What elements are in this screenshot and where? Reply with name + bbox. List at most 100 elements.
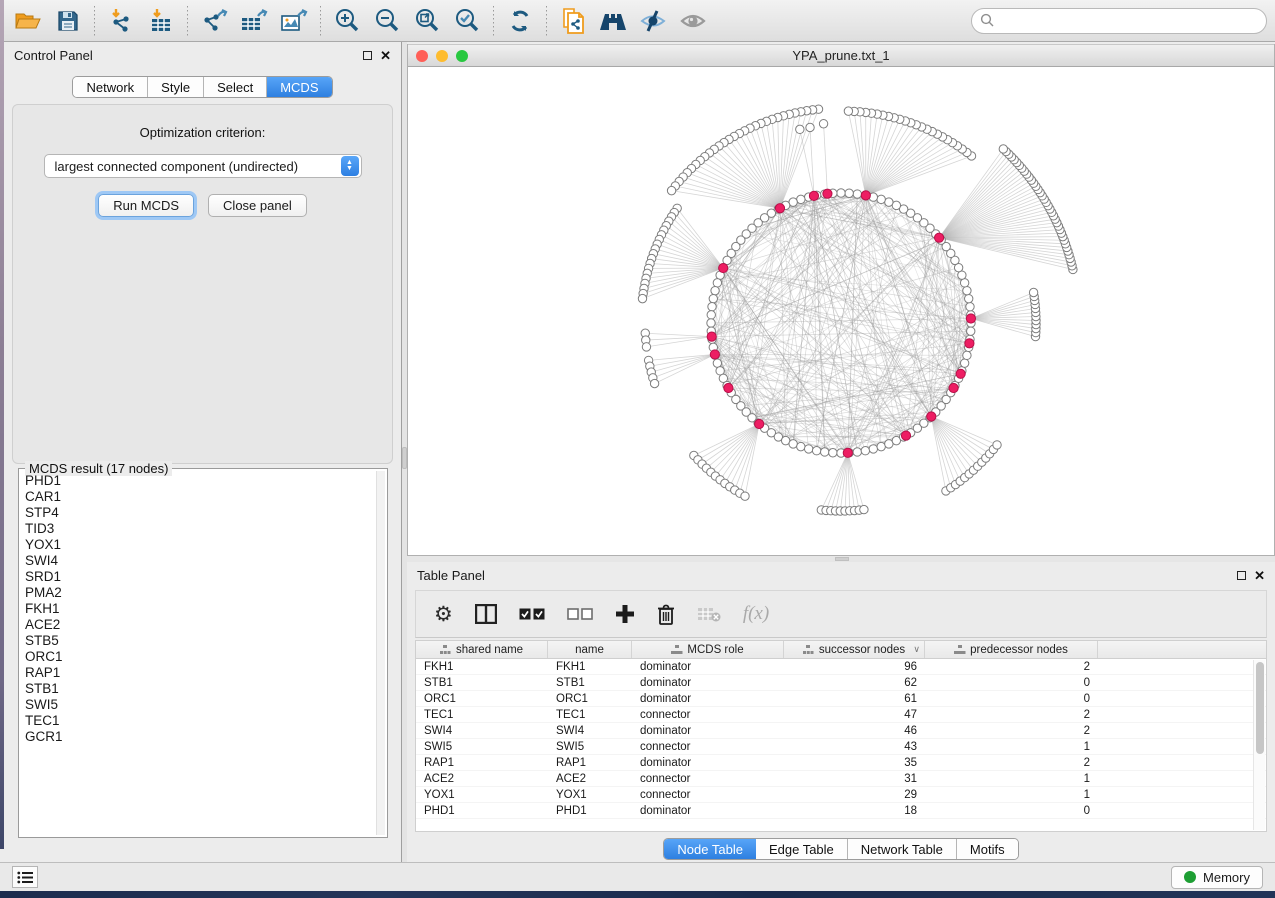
hide-selected-button[interactable] (633, 4, 673, 38)
mcds-hub-node[interactable] (965, 339, 974, 348)
horizontal-splitter-handle[interactable] (835, 557, 849, 561)
table-cell[interactable]: connector (632, 789, 784, 801)
mcds-result-item[interactable]: SRD1 (25, 569, 375, 585)
network-node[interactable] (966, 303, 974, 311)
network-node[interactable] (837, 189, 845, 197)
table-cell[interactable]: dominator (632, 805, 784, 817)
table-cell[interactable]: 2 (925, 661, 1098, 673)
network-leaf-node[interactable] (650, 379, 658, 387)
table-cell[interactable]: 31 (784, 773, 925, 785)
mcds-hub-node[interactable] (861, 191, 870, 200)
mcds-result-item[interactable]: TID3 (25, 521, 375, 537)
column-header-name[interactable]: name (548, 641, 632, 658)
network-node[interactable] (967, 327, 975, 335)
function-builder-button[interactable]: f(x) (743, 603, 769, 625)
tab-style[interactable]: Style (148, 77, 204, 97)
table-cell[interactable]: 46 (784, 725, 925, 737)
table-cell[interactable]: dominator (632, 661, 784, 673)
mcds-result-item[interactable]: CAR1 (25, 489, 375, 505)
table-cell[interactable]: dominator (632, 693, 784, 705)
zoom-selected-button[interactable] (447, 4, 487, 38)
mcds-hub-node[interactable] (823, 189, 832, 198)
table-cell[interactable]: STB1 (548, 677, 632, 689)
first-neighbors-button[interactable] (593, 4, 633, 38)
table-cell[interactable]: RAP1 (548, 757, 632, 769)
table-cell[interactable]: YOX1 (416, 789, 548, 801)
close-panel-icon[interactable]: ✕ (1254, 569, 1265, 582)
import-table-button[interactable] (141, 4, 181, 38)
search-box[interactable] (971, 8, 1267, 34)
table-cell[interactable]: 0 (925, 693, 1098, 705)
refresh-layout-button[interactable] (500, 4, 540, 38)
network-node[interactable] (711, 286, 719, 294)
table-cell[interactable]: connector (632, 773, 784, 785)
column-header-predecessor-nodes[interactable]: predecessor nodes (925, 641, 1098, 658)
table-cell[interactable]: SWI4 (416, 725, 548, 737)
table-cell[interactable]: dominator (632, 757, 784, 769)
delete-table-button[interactable] (697, 606, 721, 622)
network-node[interactable] (963, 351, 971, 359)
table-row[interactable]: YOX1YOX1connector291 (416, 787, 1266, 803)
network-node[interactable] (869, 445, 877, 453)
network-node[interactable] (707, 319, 715, 327)
mcds-result-item[interactable]: PHD1 (25, 473, 375, 489)
close-panel-icon[interactable]: ✕ (380, 49, 391, 62)
network-node[interactable] (812, 446, 820, 454)
open-file-button[interactable] (8, 4, 48, 38)
table-tab-edge-table[interactable]: Edge Table (756, 839, 848, 859)
zoom-in-button[interactable] (327, 4, 367, 38)
table-cell[interactable]: connector (632, 709, 784, 721)
table-row[interactable]: SWI5SWI5connector431 (416, 739, 1266, 755)
table-cell[interactable]: STB1 (416, 677, 548, 689)
table-cell[interactable]: 29 (784, 789, 925, 801)
table-row[interactable]: ORC1ORC1dominator610 (416, 691, 1266, 707)
table-cell[interactable]: TEC1 (416, 709, 548, 721)
mcds-hub-node[interactable] (956, 369, 965, 378)
tab-network[interactable]: Network (73, 77, 148, 97)
save-session-button[interactable] (48, 4, 88, 38)
table-tab-motifs[interactable]: Motifs (957, 839, 1018, 859)
mcds-result-item[interactable]: ACE2 (25, 617, 375, 633)
table-row[interactable]: PHD1PHD1dominator180 (416, 803, 1266, 819)
mcds-hub-node[interactable] (901, 431, 910, 440)
table-cell[interactable]: 61 (784, 693, 925, 705)
mcds-hub-node[interactable] (755, 419, 764, 428)
table-tab-network-table[interactable]: Network Table (848, 839, 957, 859)
mcds-result-item[interactable]: GCR1 (25, 729, 375, 745)
mcds-result-item[interactable]: STB5 (25, 633, 375, 649)
export-table-button[interactable] (234, 4, 274, 38)
network-node[interactable] (708, 303, 716, 311)
mcds-result-item[interactable]: SWI4 (25, 553, 375, 569)
network-leaf-node[interactable] (860, 505, 868, 513)
network-node[interactable] (707, 311, 715, 319)
network-node[interactable] (885, 198, 893, 206)
table-row[interactable]: RAP1RAP1dominator352 (416, 755, 1266, 771)
network-node[interactable] (963, 286, 971, 294)
table-cell[interactable]: 18 (784, 805, 925, 817)
mcds-hub-node[interactable] (927, 412, 936, 421)
network-node[interactable] (853, 190, 861, 198)
mcds-hub-node[interactable] (843, 448, 852, 457)
column-header-successor-nodes[interactable]: successor nodes∨ (784, 641, 925, 658)
select-all-columns-button[interactable] (519, 608, 545, 621)
table-row[interactable]: TEC1TEC1connector472 (416, 707, 1266, 723)
network-node[interactable] (797, 195, 805, 203)
delete-column-button[interactable] (657, 604, 675, 625)
network-leaf-node[interactable] (806, 123, 814, 131)
mcds-result-list[interactable]: PHD1CAR1STP4TID3YOX1SWI4SRD1PMA2FKH1ACE2… (25, 473, 375, 835)
network-node[interactable] (829, 449, 837, 457)
network-leaf-node[interactable] (819, 120, 827, 128)
network-node[interactable] (960, 279, 968, 287)
export-network-button[interactable] (194, 4, 234, 38)
network-node[interactable] (877, 442, 885, 450)
network-node[interactable] (804, 445, 812, 453)
table-cell[interactable]: SWI4 (548, 725, 632, 737)
table-cell[interactable]: PHD1 (548, 805, 632, 817)
column-header-shared-name[interactable]: shared name (416, 641, 548, 658)
table-cell[interactable]: connector (632, 741, 784, 753)
mcds-hub-node[interactable] (809, 191, 818, 200)
tab-mcds[interactable]: MCDS (267, 77, 331, 97)
network-canvas[interactable] (408, 67, 1274, 554)
mcds-result-item[interactable]: RAP1 (25, 665, 375, 681)
mcds-result-item[interactable]: TEC1 (25, 713, 375, 729)
